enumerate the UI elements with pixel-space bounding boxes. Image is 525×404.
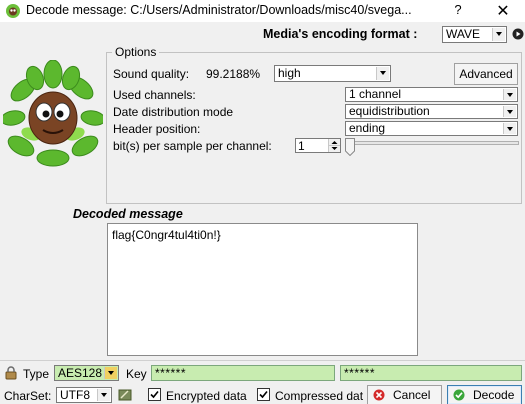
window-title: Decode message: C:/Users/Administrator/D… xyxy=(26,3,412,17)
chevron-down-icon xyxy=(97,389,110,401)
lock-icon xyxy=(4,366,18,380)
compressed-data-checkbox[interactable] xyxy=(257,388,270,401)
date-distribution-label: Date distribution mode xyxy=(113,105,234,119)
decode-button[interactable]: Decode xyxy=(447,385,522,404)
key-confirm-value: ****** xyxy=(344,366,376,380)
key-confirm-input[interactable]: ****** xyxy=(340,365,522,381)
decode-label: Decode xyxy=(473,388,515,402)
decoded-message-label: Decoded message xyxy=(73,207,183,221)
charset-select[interactable]: UTF8 xyxy=(56,387,112,403)
encoding-format-select[interactable]: WAVE xyxy=(442,26,507,43)
sound-quality-select[interactable]: high xyxy=(274,65,391,82)
close-button[interactable]: ✕ xyxy=(488,1,518,21)
chevron-down-icon xyxy=(503,106,516,117)
header-position-label: Header position: xyxy=(113,122,201,136)
used-channels-select[interactable]: 1 channel xyxy=(345,87,518,102)
encrypted-data-checkbox[interactable] xyxy=(148,388,161,401)
bits-per-sample-value: 1 xyxy=(298,139,305,153)
play-icon[interactable] xyxy=(512,28,524,40)
separator xyxy=(0,360,525,361)
decoded-message-textarea[interactable]: flag{C0ngr4tul4ti0n!} xyxy=(107,223,418,356)
compressed-data-label: Compressed dat xyxy=(275,389,364,403)
date-distribution-select[interactable]: equidistribution xyxy=(345,104,518,119)
encoding-format-value: WAVE xyxy=(446,27,481,41)
charset-tool-icon[interactable] xyxy=(118,388,132,402)
bits-per-sample-label: bit(s) per sample per channel: xyxy=(113,139,272,153)
bits-slider-track[interactable] xyxy=(351,141,519,145)
encrypted-data-label: Encrypted data xyxy=(166,389,247,403)
chevron-down-icon xyxy=(492,28,505,41)
key-input[interactable]: ****** xyxy=(151,365,335,381)
used-channels-value: 1 channel xyxy=(349,87,402,101)
charset-label: CharSet: xyxy=(4,389,52,403)
help-button[interactable]: ? xyxy=(448,2,468,20)
used-channels-label: Used channels: xyxy=(113,88,196,102)
app-icon xyxy=(5,3,21,19)
cipher-type-select[interactable]: AES128 xyxy=(54,365,119,381)
options-legend: Options xyxy=(112,45,160,59)
encoding-format-label: Media's encoding format : xyxy=(263,27,418,41)
cancel-button[interactable]: Cancel xyxy=(367,385,442,404)
charset-value: UTF8 xyxy=(60,388,90,402)
cipher-type-value: AES128 xyxy=(58,366,103,380)
chevron-down-icon xyxy=(376,67,389,80)
mascot-logo xyxy=(0,59,106,168)
bits-slider-thumb[interactable] xyxy=(345,138,355,157)
sound-quality-value: high xyxy=(278,66,301,80)
header-position-select[interactable]: ending xyxy=(345,121,518,136)
header-position-value: ending xyxy=(349,121,386,135)
chevron-down-icon xyxy=(104,367,117,379)
cancel-label: Cancel xyxy=(393,388,431,402)
title-bar: Decode message: C:/Users/Administrator/D… xyxy=(0,0,525,22)
decoded-message-text: flag{C0ngr4tul4ti0n!} xyxy=(112,228,221,242)
key-input-value: ****** xyxy=(155,366,187,380)
spin-arrows-icon[interactable] xyxy=(328,139,340,152)
sound-quality-percent: 99.2188% xyxy=(206,67,261,81)
chevron-down-icon xyxy=(503,89,516,100)
check-icon xyxy=(453,389,465,401)
type-label: Type xyxy=(23,367,50,381)
date-distribution-value: equidistribution xyxy=(349,104,430,118)
bits-per-sample-spinbox[interactable]: 1 xyxy=(295,138,341,153)
chevron-down-icon xyxy=(503,123,516,134)
sound-quality-label: Sound quality: xyxy=(113,67,190,81)
key-label: Key xyxy=(126,367,147,381)
advanced-button[interactable]: Advanced xyxy=(454,63,518,85)
cancel-icon xyxy=(373,389,385,401)
